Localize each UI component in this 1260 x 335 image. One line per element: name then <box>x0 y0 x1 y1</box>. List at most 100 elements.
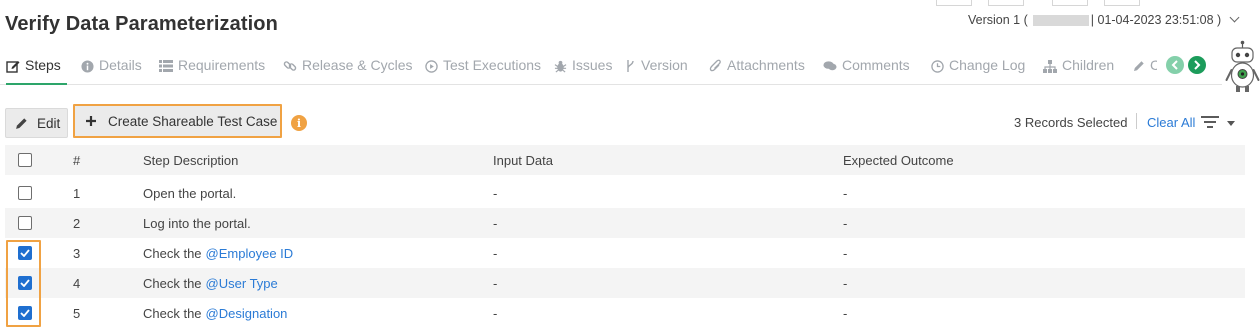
header-action-button[interactable] <box>936 0 972 6</box>
info-icon[interactable]: i <box>291 115 307 131</box>
step-number: 2 <box>73 215 81 231</box>
step-description-text: Open the portal. <box>143 185 237 201</box>
filter-dropdown-icon[interactable] <box>1227 121 1235 126</box>
robot-icon <box>1225 40 1260 92</box>
parameter-link[interactable]: @Designation <box>206 306 288 321</box>
step-description-text: Log into the portal. <box>143 215 251 231</box>
header-action-button[interactable] <box>988 0 1024 6</box>
table-row[interactable]: 2 Log into the portal. - - <box>5 208 1245 238</box>
pencil-square-icon <box>6 59 20 73</box>
tab-children[interactable]: Children <box>1043 57 1114 85</box>
filter-lines-icon[interactable] <box>1201 116 1219 128</box>
tab-requirements[interactable]: Requirements <box>159 57 265 85</box>
expected-outcome: - <box>843 305 848 321</box>
tab-label: Requirements <box>178 57 266 73</box>
header-action-button[interactable] <box>1104 0 1140 6</box>
assistant-bot-button[interactable] <box>1225 40 1260 100</box>
comments-icon <box>823 59 837 73</box>
step-description: Log into the portal. <box>143 208 251 238</box>
step-description-text: Check the <box>143 305 202 321</box>
link-icon <box>283 59 297 73</box>
tab-label: Version <box>641 57 688 73</box>
tab-truncated[interactable]: C <box>1133 57 1157 85</box>
row-checkbox[interactable] <box>18 216 32 230</box>
edit-button-label: Edit <box>37 115 61 131</box>
chevron-left-icon <box>1171 60 1178 70</box>
header-expected-outcome: Expected Outcome <box>843 152 954 168</box>
tab-version[interactable]: Version <box>626 57 688 85</box>
tab-release-cycles[interactable]: Release & Cycles <box>283 57 413 85</box>
parameter-link[interactable]: @Employee ID <box>206 246 294 261</box>
selected-checkboxes-highlight <box>6 240 41 327</box>
tabs-scroll-right-button[interactable] <box>1188 56 1206 74</box>
header-step-description: Step Description <box>143 152 239 168</box>
pencil-icon <box>1133 59 1145 73</box>
step-description: Check the @Designation <box>143 298 287 328</box>
step-description: Check the @Employee ID <box>143 238 293 268</box>
tab-bar: Steps Details Requirements Release & Cyc… <box>0 52 1222 85</box>
expected-outcome: - <box>843 215 848 231</box>
step-number: 3 <box>73 245 81 261</box>
tab-issues[interactable]: Issues <box>553 57 612 85</box>
parameter-link[interactable]: @User Type <box>206 276 278 291</box>
tab-attachments[interactable]: Attachments <box>708 57 805 85</box>
expected-outcome: - <box>843 245 848 261</box>
tab-test-executions[interactable]: Test Executions <box>424 57 541 85</box>
chevron-right-icon <box>1194 60 1201 70</box>
pencil-icon <box>16 117 27 129</box>
input-data: - <box>493 275 498 291</box>
redacted-user <box>1032 14 1089 26</box>
clock-icon <box>930 59 944 73</box>
step-description: Open the portal. <box>143 178 236 208</box>
tab-label: C <box>1150 57 1157 73</box>
input-data: - <box>493 245 498 261</box>
tab-label: Attachments <box>727 57 805 73</box>
version-prefix: Version 1 ( <box>968 13 1028 27</box>
info-circle-icon <box>80 59 94 73</box>
step-number: 4 <box>73 275 81 291</box>
expected-outcome: - <box>843 275 848 291</box>
row-checkbox[interactable] <box>18 186 32 200</box>
version-selector[interactable]: Version 1 ( | 01-04-2023 23:51:08 ) <box>968 12 1240 27</box>
step-description-text: Check the <box>143 245 202 261</box>
header-input-data: Input Data <box>493 152 553 168</box>
tab-label: Test Executions <box>443 57 542 73</box>
header-num: # <box>73 152 81 168</box>
tabs-scroll-left-button[interactable] <box>1166 56 1184 74</box>
table-row[interactable]: 5 Check the @Designation - - <box>5 298 1245 328</box>
plus-icon <box>86 116 96 126</box>
table-row[interactable]: 3 Check the @Employee ID - - <box>5 238 1245 268</box>
chevron-down-icon <box>1229 12 1240 22</box>
header-action-button[interactable] <box>1052 0 1088 6</box>
bug-icon <box>553 59 567 73</box>
step-description-text: Check the <box>143 275 202 291</box>
tab-comments[interactable]: Comments <box>823 57 910 85</box>
clear-all-link[interactable]: Clear All <box>1147 115 1195 130</box>
page-title: Verify Data Parameterization <box>5 13 278 35</box>
select-all-checkbox[interactable] <box>18 153 32 167</box>
branch-icon <box>626 59 635 73</box>
tab-label: Children <box>1062 57 1115 73</box>
tab-details[interactable]: Details <box>80 57 142 85</box>
input-data: - <box>493 215 498 231</box>
create-button-label: Create Shareable Test Case <box>108 113 278 129</box>
tab-label: Change Log <box>949 57 1026 73</box>
expected-outcome: - <box>843 185 848 201</box>
sitemap-icon <box>1043 59 1057 73</box>
input-data: - <box>493 305 498 321</box>
create-shareable-test-case-button[interactable]: Create Shareable Test Case <box>73 104 282 138</box>
step-number: 5 <box>73 305 81 321</box>
table-header: # Step Description Input Data Expected O… <box>5 145 1245 175</box>
edit-button[interactable]: Edit <box>5 108 68 138</box>
version-suffix: | 01-04-2023 23:51:08 ) <box>1090 13 1222 27</box>
table-row[interactable]: 4 Check the @User Type - - <box>5 268 1245 298</box>
tab-steps[interactable]: Steps <box>6 57 67 85</box>
table-row[interactable]: 1 Open the portal. - - <box>5 178 1245 208</box>
records-selected-count: 3 Records Selected <box>1014 115 1128 130</box>
step-number: 1 <box>73 185 81 201</box>
list-icon <box>159 59 173 73</box>
play-circle-icon <box>424 59 438 73</box>
tab-change-log[interactable]: Change Log <box>930 57 1025 85</box>
select-all-cell[interactable] <box>18 145 32 175</box>
input-data: - <box>493 185 498 201</box>
